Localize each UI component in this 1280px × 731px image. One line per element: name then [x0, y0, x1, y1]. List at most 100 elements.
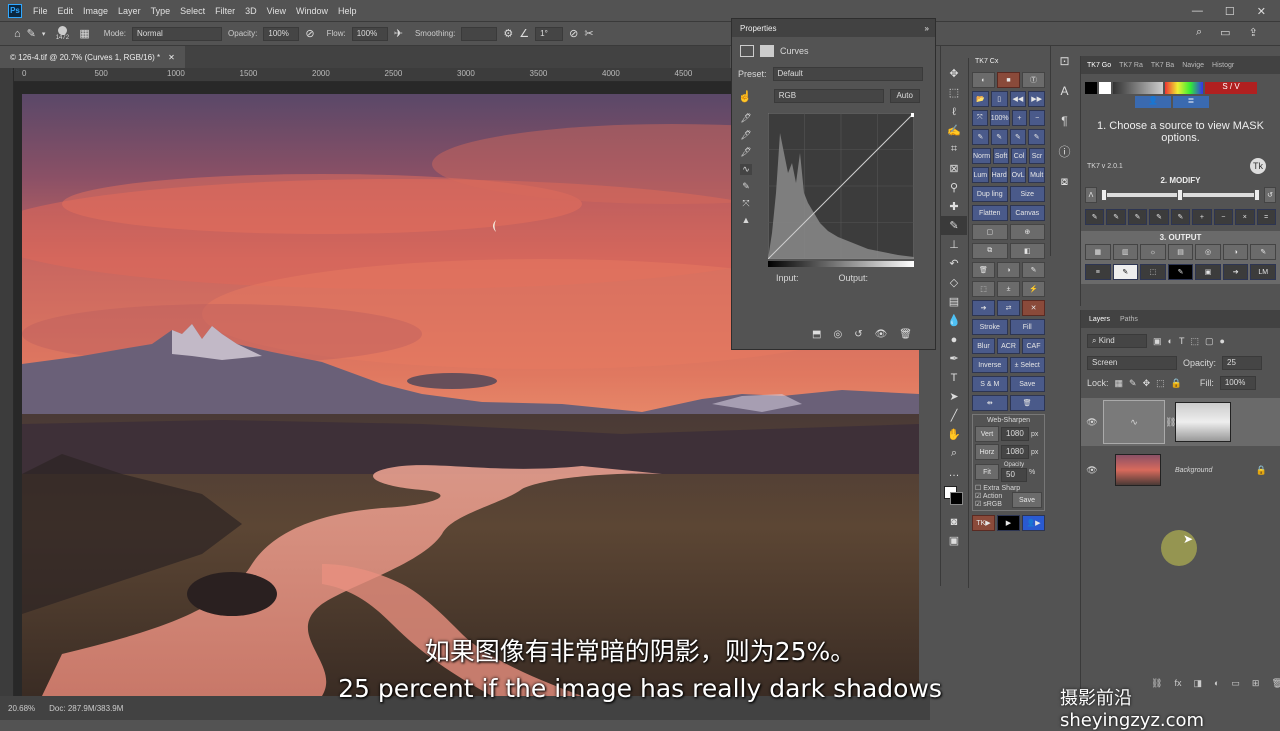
- tk-arrow-icon[interactable]: ➔: [972, 300, 995, 316]
- mod-brush5-icon[interactable]: ✎: [1170, 209, 1191, 225]
- fill-field[interactable]: 100%: [1219, 376, 1256, 390]
- workspace-icon[interactable]: ▭: [1220, 26, 1230, 39]
- curve-point-icon[interactable]: ∿: [740, 164, 752, 175]
- user-icon[interactable]: 👤: [1135, 96, 1171, 108]
- tk-pm-icon[interactable]: ±: [997, 281, 1020, 297]
- menu-layer[interactable]: Layer: [113, 6, 146, 16]
- out-brush-white-icon[interactable]: ✎: [1112, 264, 1139, 280]
- close-icon[interactable]: ✕: [1257, 5, 1266, 18]
- action-checkbox[interactable]: ☑ Action: [975, 492, 1002, 500]
- marquee-tool-icon[interactable]: ⬚: [941, 83, 967, 102]
- tk-doc-icon[interactable]: ▯: [990, 91, 1008, 107]
- pen-tool-icon[interactable]: ✒: [941, 349, 967, 368]
- smooth-icon[interactable]: ⤧: [742, 198, 749, 209]
- modify-reset-icon[interactable]: ↺: [1264, 187, 1276, 203]
- brush-settings-icon[interactable]: ▦: [79, 27, 89, 40]
- fit-button[interactable]: Fit: [975, 464, 999, 480]
- plusminus-select-button[interactable]: ± Select: [1009, 357, 1045, 373]
- layer-row-background[interactable]: 👁 Background 🔒: [1081, 446, 1280, 494]
- stamp-tool-icon[interactable]: ⊥: [941, 235, 967, 254]
- blend-ovl-button[interactable]: OvL: [1009, 167, 1027, 183]
- tab-layers[interactable]: Layers: [1089, 316, 1110, 323]
- out-image-icon[interactable]: ▣: [1195, 264, 1221, 280]
- menu-3d[interactable]: 3D: [240, 6, 262, 16]
- filter-shape-icon[interactable]: ⬚: [1190, 336, 1199, 347]
- crop-tool-icon[interactable]: ⌗: [941, 140, 967, 159]
- mode-select[interactable]: Normal: [132, 26, 223, 41]
- tk-mask-icon[interactable]: ◐: [972, 72, 995, 88]
- out-half-icon[interactable]: ◑: [1222, 244, 1249, 260]
- collapse-icon[interactable]: »: [925, 24, 929, 33]
- canvas-button[interactable]: Canvas: [1009, 205, 1045, 221]
- mod-x-icon[interactable]: ×: [1235, 209, 1255, 225]
- horz-button[interactable]: Horz: [975, 444, 999, 460]
- lock-artboard-icon[interactable]: ⬚: [1156, 378, 1165, 389]
- filter-pixel-icon[interactable]: ▣: [1153, 336, 1162, 347]
- layers-stack-icon[interactable]: ≣: [1173, 96, 1209, 108]
- tab-histogram[interactable]: Histogr: [1212, 62, 1234, 69]
- layer-mask-thumb[interactable]: [1175, 402, 1231, 442]
- out-camera-icon[interactable]: ◎: [1195, 244, 1221, 260]
- s-and-m-button[interactable]: S & M: [972, 376, 1008, 392]
- brush-preset-picker[interactable]: 1472: [51, 26, 73, 41]
- pressure-size-icon[interactable]: ⊘: [569, 27, 578, 40]
- stroke-button[interactable]: Stroke: [972, 319, 1008, 335]
- eraser-tool-icon[interactable]: ◇: [941, 273, 967, 292]
- srgb-checkbox[interactable]: ☑ sRGB: [975, 500, 1002, 508]
- tk-swap-icon[interactable]: ⇄: [997, 300, 1020, 316]
- flatten-button[interactable]: Flatten: [972, 205, 1008, 221]
- opacity-field[interactable]: 100%: [263, 26, 300, 41]
- lock-position-icon[interactable]: ✥: [1143, 378, 1151, 389]
- lock-all-icon[interactable]: 🔒: [1171, 378, 1182, 389]
- modify-a-icon[interactable]: Λ: [1085, 187, 1097, 203]
- modify-slider[interactable]: [1101, 189, 1260, 201]
- caf-button[interactable]: CAF: [1022, 338, 1045, 354]
- menu-help[interactable]: Help: [333, 6, 362, 16]
- tk-open-icon[interactable]: 📂: [972, 91, 989, 107]
- white-swatch[interactable]: [1099, 82, 1111, 94]
- minimize-icon[interactable]: —: [1192, 5, 1203, 17]
- extra-sharp-checkbox[interactable]: ☐ Extra Sharp: [975, 484, 1042, 492]
- filter-adjust-icon[interactable]: ◐: [1168, 336, 1173, 346]
- blur-tool-icon[interactable]: 💧: [941, 311, 967, 330]
- horz-field[interactable]: 1080: [1001, 445, 1029, 459]
- info-icon[interactable]: ⓘ: [1051, 136, 1078, 166]
- tab-navigator[interactable]: Navige: [1182, 62, 1204, 69]
- home-icon[interactable]: ⌂: [14, 28, 21, 40]
- out-arrow-icon[interactable]: ➔: [1222, 264, 1249, 280]
- blend-col-button[interactable]: Col: [1011, 148, 1028, 164]
- visibility-icon[interactable]: 👁: [1081, 417, 1103, 428]
- mod-plus-icon[interactable]: +: [1192, 209, 1212, 225]
- lm-button[interactable]: LM: [1250, 264, 1277, 280]
- color-gradient-button[interactable]: [1165, 82, 1203, 94]
- menu-filter[interactable]: Filter: [210, 6, 240, 16]
- line-tool-icon[interactable]: ╱: [941, 406, 967, 425]
- more-tools-icon[interactable]: …: [941, 463, 967, 482]
- search-icon[interactable]: ⌕: [1196, 26, 1202, 39]
- tk-contrast-icon[interactable]: ◧: [1009, 243, 1045, 259]
- menu-file[interactable]: File: [28, 6, 53, 16]
- mod-minus-icon[interactable]: −: [1213, 209, 1234, 225]
- eyedropper-black-icon[interactable]: 🖋: [740, 113, 751, 124]
- out-grid-icon[interactable]: ▦: [1085, 244, 1111, 260]
- menu-edit[interactable]: Edit: [53, 6, 79, 16]
- target-adjust-icon[interactable]: ☝: [738, 90, 752, 103]
- blend-hard-button[interactable]: Hard: [990, 167, 1008, 183]
- brush-tool-icon[interactable]: ✎: [941, 216, 967, 235]
- vert-field[interactable]: 1080: [1001, 427, 1029, 441]
- mod-brush3-icon[interactable]: ✎: [1127, 209, 1148, 225]
- pencil-icon[interactable]: ✎: [742, 181, 750, 192]
- tk-minus-icon[interactable]: −: [1029, 110, 1046, 126]
- move-tool-icon[interactable]: ✥: [941, 64, 967, 83]
- quick-select-tool-icon[interactable]: ✍: [941, 121, 967, 140]
- screen-mode-icon[interactable]: ▣: [941, 531, 967, 550]
- quick-mask-icon[interactable]: ◙: [941, 512, 967, 531]
- frame-tool-icon[interactable]: ⊠: [941, 159, 967, 178]
- flow-field[interactable]: 100%: [351, 26, 388, 41]
- mod-brush1-icon[interactable]: ✎: [1085, 209, 1105, 225]
- filter-smart-icon[interactable]: ▢: [1205, 336, 1214, 347]
- menu-select[interactable]: Select: [175, 6, 210, 16]
- tk-brush-white-icon[interactable]: ✎: [990, 129, 1008, 145]
- menu-window[interactable]: Window: [291, 6, 333, 16]
- clip-to-layer-icon[interactable]: ⬒: [812, 329, 821, 340]
